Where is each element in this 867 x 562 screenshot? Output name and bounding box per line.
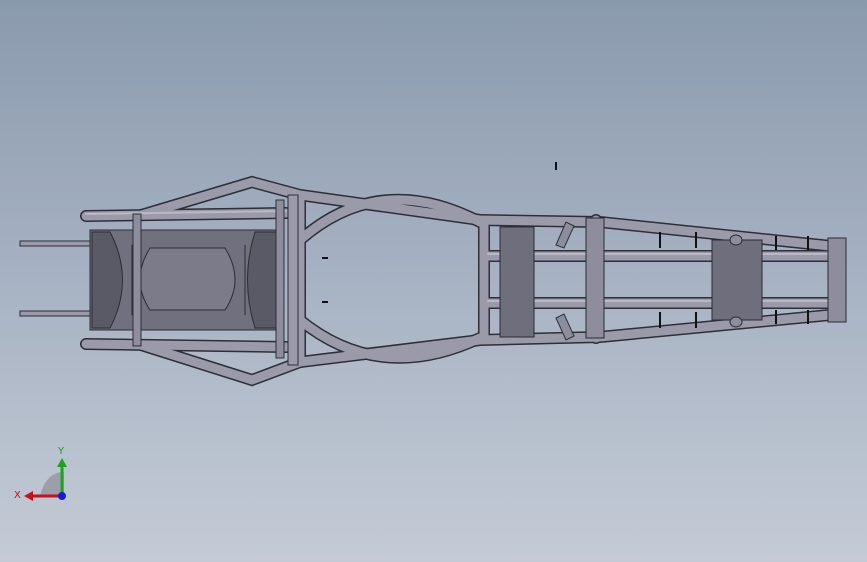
front-plate (89, 229, 285, 331)
y-axis-label: Y (57, 446, 65, 457)
y-axis-arrowhead (57, 458, 67, 467)
x-axis-label: X (14, 490, 21, 501)
x-axis-arrowhead (24, 491, 33, 501)
frame-model[interactable] (0, 0, 867, 562)
orientation-triad: Y X (14, 446, 67, 501)
z-axis-dot (58, 492, 66, 500)
3d-viewport[interactable]: Y X (0, 0, 867, 562)
